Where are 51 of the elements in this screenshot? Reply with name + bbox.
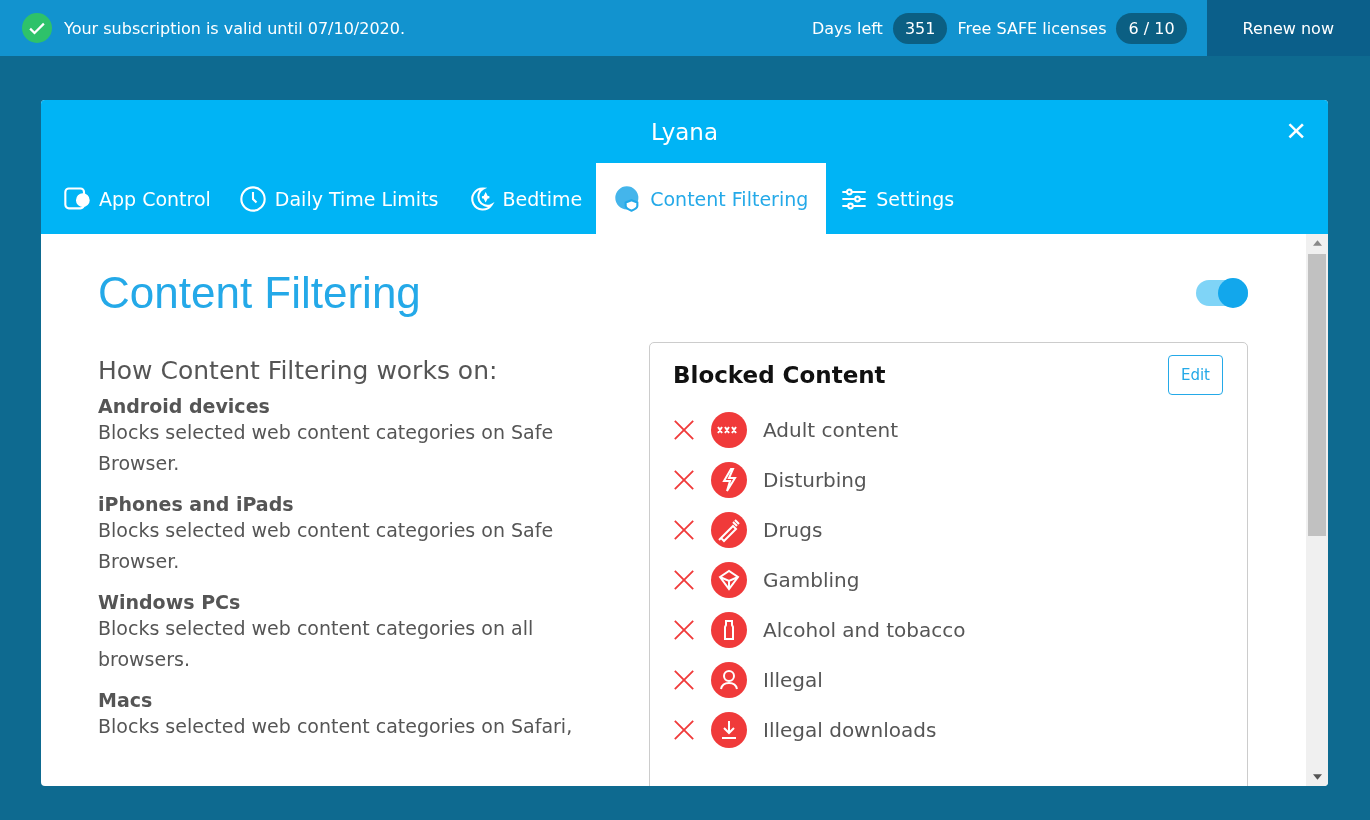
clock-icon bbox=[238, 184, 267, 213]
category-label: Adult content bbox=[763, 418, 899, 442]
renew-button[interactable]: Renew now bbox=[1206, 0, 1370, 56]
category-label: Gambling bbox=[763, 568, 860, 592]
category-label: Alcohol and tobacco bbox=[763, 618, 966, 642]
licenses-label: Free SAFE licenses bbox=[957, 18, 1107, 38]
tab[interactable]: Content Filtering bbox=[596, 163, 827, 234]
card-title: Blocked Content bbox=[673, 362, 886, 388]
scrollbar[interactable] bbox=[1306, 234, 1328, 786]
cross-icon bbox=[673, 619, 695, 641]
lightning-icon bbox=[711, 462, 747, 498]
platform-name: Windows PCs bbox=[98, 591, 242, 613]
category-label: Drugs bbox=[763, 518, 823, 542]
person-icon bbox=[711, 662, 747, 698]
tab[interactable]: App Control bbox=[49, 163, 225, 234]
platform-description: Blocks selected web content categories on all browsers. bbox=[98, 616, 535, 672]
edit-button[interactable]: Edit bbox=[1167, 355, 1223, 395]
scroll-down-icon[interactable] bbox=[1312, 774, 1322, 780]
download-icon bbox=[711, 712, 747, 748]
scroll-up-icon[interactable] bbox=[1312, 240, 1322, 246]
bottle-icon bbox=[711, 612, 747, 648]
cross-icon bbox=[673, 419, 695, 441]
cross-icon bbox=[673, 469, 695, 491]
dialog-title: Lyana bbox=[650, 118, 719, 145]
cross-icon bbox=[673, 669, 695, 691]
platform-name: iPhones and iPads bbox=[98, 493, 295, 515]
section-heading: How Content Filtering works on: bbox=[98, 356, 499, 385]
toggle-switch[interactable] bbox=[1196, 280, 1248, 306]
platform-description: Blocks selected web content categories on Safe Browser. bbox=[98, 518, 555, 574]
cross-icon bbox=[673, 519, 695, 541]
platform-name: Android devices bbox=[98, 395, 271, 417]
platform-description: Blocks selected web content categories on Safari, bbox=[98, 714, 574, 739]
platform-name: Macs bbox=[98, 689, 154, 711]
page-title: Content Filtering bbox=[98, 268, 421, 318]
syringe-icon bbox=[711, 512, 747, 548]
category-label: Illegal downloads bbox=[763, 718, 937, 742]
category-label: Illegal bbox=[763, 668, 823, 692]
tab[interactable]: Settings bbox=[826, 163, 969, 234]
cross-icon bbox=[673, 719, 695, 741]
category-label: Disturbing bbox=[763, 468, 867, 492]
subscription-message: Your subscription is valid until 07/10/2020. bbox=[64, 18, 406, 38]
check-circle-icon bbox=[22, 13, 52, 43]
platform-description: Blocks selected web content categories on Safe Browser. bbox=[98, 420, 555, 476]
licenses-count: 6 / 10 bbox=[1116, 12, 1187, 44]
days-left-count: 351 bbox=[892, 12, 948, 44]
xxx-icon bbox=[711, 412, 747, 448]
tab[interactable]: Bedtime bbox=[452, 163, 597, 234]
close-button[interactable]: × bbox=[1280, 112, 1312, 148]
tab[interactable]: Daily Time Limits bbox=[224, 163, 453, 234]
cross-icon bbox=[673, 569, 695, 591]
days-left-label: Days left bbox=[811, 18, 883, 38]
